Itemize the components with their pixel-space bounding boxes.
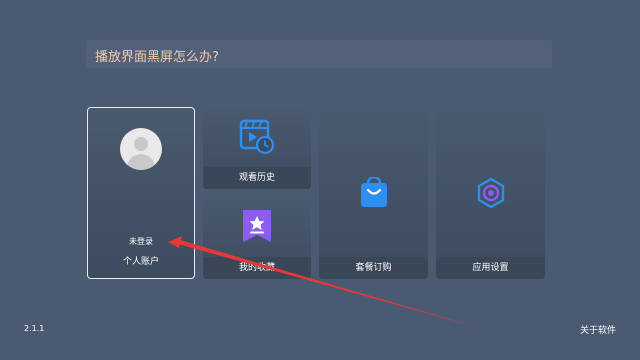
annotation-arrow: [168, 236, 480, 328]
